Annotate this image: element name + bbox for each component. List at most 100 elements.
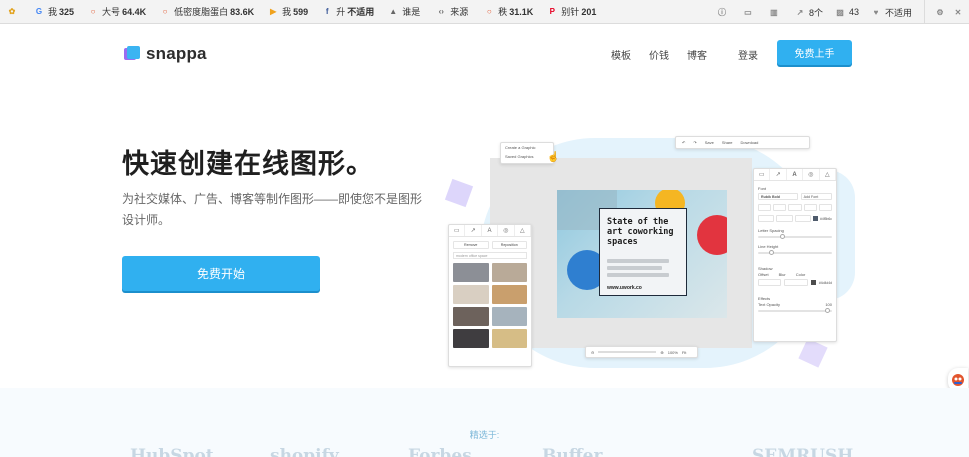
align-button[interactable]	[758, 215, 775, 222]
signup-button[interactable]: 免费上手	[777, 40, 852, 65]
art-title[interactable]: State of the art coworking spaces	[607, 217, 685, 247]
saved-graphics-item[interactable]: Saved Graphics	[505, 154, 549, 159]
photo-thumbnail[interactable]	[453, 307, 489, 326]
undo-icon[interactable]: ↶	[682, 140, 685, 145]
photo-thumbnail[interactable]	[453, 285, 489, 304]
zoom-in-icon[interactable]: ⊕	[660, 350, 663, 355]
reposition-button[interactable]: Reposition	[491, 241, 527, 249]
draw-tab-icon[interactable]: ↗	[770, 169, 787, 180]
seo-metric-value: 83.6K	[230, 6, 255, 17]
hero-title: 快速创建在线图形。	[122, 149, 374, 179]
draw-tab-icon[interactable]: ↗	[465, 225, 482, 236]
logo-text: snappa	[146, 44, 207, 63]
text-opacity-slider[interactable]	[758, 308, 832, 313]
effects-tab-icon[interactable]: ◎	[803, 169, 820, 180]
seo-right-metric[interactable]: ⓘ	[717, 7, 731, 17]
photo-thumbnail[interactable]	[453, 329, 489, 348]
color-hex[interactable]: #4f5b6c	[820, 217, 832, 221]
image-tab-icon[interactable]: ▭	[754, 169, 771, 180]
text-opacity-label: Text Opacity	[758, 302, 781, 307]
start-free-button[interactable]: 免费开始	[122, 256, 320, 291]
text-tab-icon[interactable]: A	[482, 225, 499, 236]
zoom-out-icon[interactable]: ⊖	[591, 350, 594, 355]
text-style-button[interactable]	[803, 204, 817, 211]
seo-right-metric[interactable]: ▨ 43	[835, 7, 859, 17]
add-font-button[interactable]: Add Font	[800, 193, 832, 200]
pinterest-icon: P	[549, 7, 555, 16]
nav-pricing[interactable]: 价钱	[649, 47, 669, 62]
circle-icon: ○	[90, 7, 96, 16]
login-link[interactable]: 登录	[738, 47, 758, 62]
seo-metric[interactable]: ○ 秩 31.1K	[484, 5, 533, 18]
decorative-square	[444, 178, 474, 208]
seo-metric[interactable]: ○ 大号 64.4K	[88, 5, 146, 18]
seo-right-metric[interactable]: ♥ 不适用	[871, 6, 912, 19]
fit-button[interactable]: Fit	[682, 350, 686, 355]
shadow-blur-input[interactable]	[784, 279, 808, 286]
line-height-label: Line Height	[758, 244, 779, 249]
zoom-slider[interactable]	[598, 351, 657, 353]
create-graphic-item[interactable]: Create a Graphic	[505, 145, 549, 150]
save-button[interactable]: Save	[705, 140, 714, 145]
code-icon: ‹›	[438, 7, 444, 16]
align-button[interactable]	[794, 215, 811, 222]
seo-metric[interactable]: ○ 低密度脂蛋白 83.6K	[160, 5, 254, 18]
letter-spacing-label: Letter Spacing	[758, 228, 784, 233]
seo-metric[interactable]: P 别针 201	[547, 5, 597, 18]
seoquake-icon[interactable]: ✿	[6, 6, 18, 18]
photo-search-input[interactable]: modern office space	[453, 252, 527, 259]
logo[interactable]: snappa	[124, 44, 207, 64]
seo-metric[interactable]: ▶ 我 599	[268, 5, 308, 18]
shape-tab-icon[interactable]: △	[820, 169, 837, 180]
seo-metric[interactable]: G 我 325	[34, 5, 74, 18]
color-swatch[interactable]	[812, 216, 818, 221]
shadow-color-hex[interactable]: #4d4d4d	[819, 281, 832, 285]
photo-thumbnail[interactable]	[491, 285, 527, 304]
share-button[interactable]: Share	[722, 140, 733, 145]
nav-blog[interactable]: 博客	[687, 47, 707, 62]
download-button[interactable]: Download	[741, 140, 759, 145]
seo-right-metric[interactable]: ▥	[769, 7, 783, 17]
image-tab-icon[interactable]: ▭	[449, 225, 466, 236]
shadow-offset-input[interactable]	[758, 279, 782, 286]
effects-tab-icon[interactable]: ◎	[498, 225, 515, 236]
seo-metric[interactable]: ‹› 来源	[436, 5, 470, 18]
text-line	[607, 266, 662, 270]
art-url: www.uwork.co	[607, 285, 642, 291]
font-label: Font	[758, 186, 767, 191]
brand-logo-semrush: SEMRUSH	[752, 446, 854, 457]
text-style-button[interactable]	[758, 204, 772, 211]
seo-right-label: 43	[848, 7, 859, 17]
nav-templates[interactable]: 模板	[611, 47, 631, 62]
settings-icon[interactable]: ⚙	[935, 7, 945, 17]
align-button[interactable]	[776, 215, 793, 222]
redo-icon[interactable]: ↷	[693, 140, 696, 145]
seo-right-metric[interactable]: ↗ 8个	[795, 6, 823, 19]
line-height-slider[interactable]	[758, 250, 832, 255]
photo-thumbnail[interactable]	[453, 263, 489, 282]
text-style-button[interactable]	[773, 204, 787, 211]
shadow-color-swatch[interactable]	[810, 280, 816, 285]
close-icon[interactable]: ✕	[953, 7, 963, 17]
shape-tab-icon[interactable]: △	[515, 225, 532, 236]
letter-spacing-slider[interactable]	[758, 234, 832, 239]
text-tab-icon[interactable]: A	[787, 169, 804, 180]
seo-right-metric[interactable]: ▭	[743, 7, 757, 17]
person-icon: ▲	[389, 7, 398, 16]
photo-thumbnail[interactable]	[491, 329, 527, 348]
remove-button[interactable]: Remove	[453, 241, 489, 249]
brand-logo-buffer: Buffer	[542, 446, 603, 457]
text-style-button[interactable]	[788, 204, 802, 211]
seo-metric[interactable]: f 升不适用	[322, 5, 374, 18]
seo-metric-label: 别针	[561, 7, 580, 17]
seo-metric-label: 秩	[498, 7, 508, 17]
photo-thumbnail[interactable]	[491, 263, 527, 282]
photo-thumbnail[interactable]	[491, 307, 527, 326]
seo-metric[interactable]: ▲ 谁是	[388, 5, 422, 18]
text-style-button[interactable]	[818, 204, 833, 211]
font-select[interactable]: Rubik Bold	[758, 193, 798, 200]
seo-metric-value: 599	[293, 6, 309, 17]
panel-tabs: ▭ ↗ A ◎ △	[754, 169, 837, 181]
image-icon: ▨	[836, 7, 844, 17]
bookmark-icon: ▥	[770, 7, 778, 17]
